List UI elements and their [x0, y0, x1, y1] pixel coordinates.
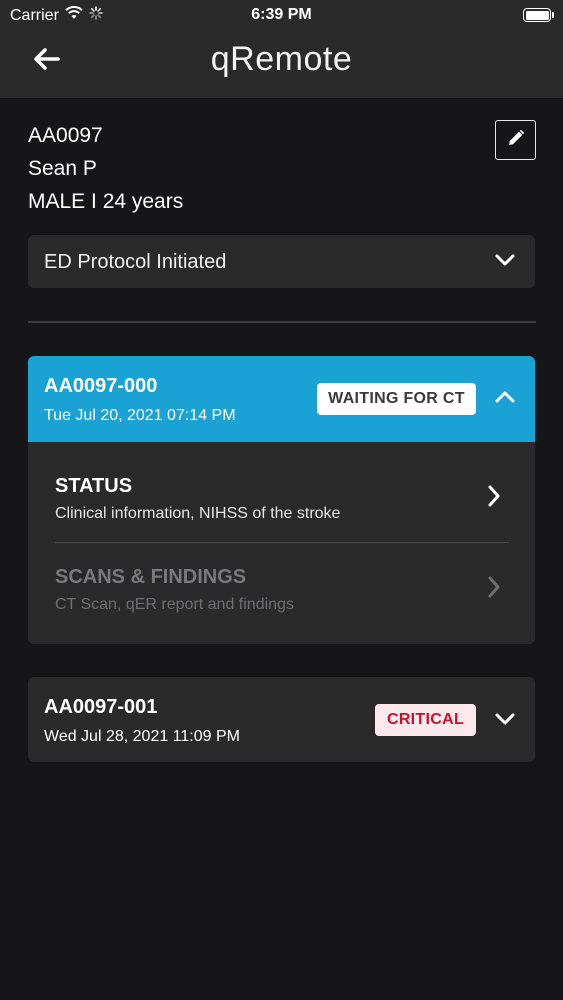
section-separator	[55, 542, 509, 543]
chevron-down-icon	[495, 712, 515, 731]
case-date: Tue Jul 20, 2021 07:14 PM	[44, 407, 236, 424]
patient-gender-age: MALE I 24 years	[28, 190, 184, 213]
chevron-up-icon	[495, 390, 515, 409]
chevron-down-icon	[495, 253, 515, 272]
case-date: Wed Jul 28, 2021 11:09 PM	[44, 728, 240, 745]
case-card-collapsed[interactable]: AA0097-001 Wed Jul 28, 2021 11:09 PM CRI…	[28, 677, 535, 762]
edit-patient-button[interactable]	[495, 120, 536, 160]
protocol-label: ED Protocol Initiated	[44, 251, 227, 273]
scans-findings-section-link[interactable]: SCANS & FINDINGS CT Scan, qER report and…	[55, 566, 509, 644]
section-subtitle: Clinical information, NIHSS of the strok…	[55, 505, 341, 522]
case-card: AA0097-000 Tue Jul 20, 2021 07:14 PM WAI…	[28, 356, 535, 644]
app-header: Carrier 6:39 PM qRemote	[0, 0, 563, 99]
app-title: qRemote	[210, 40, 353, 78]
battery-icon	[523, 8, 554, 22]
status-bar: Carrier 6:39 PM	[0, 0, 563, 30]
chevron-right-icon	[487, 485, 501, 512]
protocol-dropdown[interactable]: ED Protocol Initiated	[28, 235, 535, 288]
critical-badge: CRITICAL	[375, 704, 476, 736]
chevron-right-icon	[487, 576, 501, 603]
section-title: STATUS	[55, 475, 133, 497]
case-id: AA0097-000	[44, 375, 158, 397]
status-section-link[interactable]: STATUS Clinical information, NIHSS of th…	[55, 475, 509, 563]
section-subtitle: CT Scan, qER report and findings	[55, 596, 294, 613]
pencil-icon	[507, 129, 525, 152]
patient-name: Sean P	[28, 157, 97, 180]
case-id: AA0097-001	[44, 696, 158, 718]
section-title: SCANS & FINDINGS	[55, 566, 247, 588]
section-divider	[28, 321, 536, 323]
case-header-toggle[interactable]: AA0097-000 Tue Jul 20, 2021 07:14 PM WAI…	[28, 356, 535, 442]
status-badge: WAITING FOR CT	[317, 383, 476, 415]
patient-id: AA0097	[28, 124, 103, 147]
status-time: 6:39 PM	[251, 6, 312, 23]
